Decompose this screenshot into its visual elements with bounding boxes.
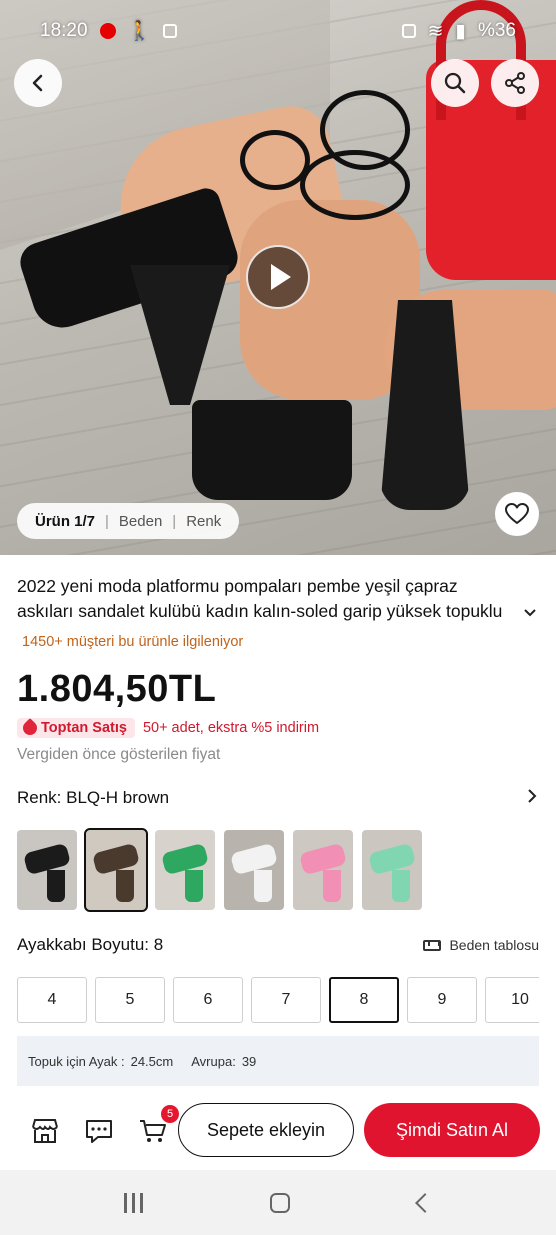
back-button[interactable]	[14, 59, 62, 107]
clock: 18:20	[40, 20, 88, 41]
interest-text: 1450+ müşteri bu ürünle ilgileniyor	[22, 634, 244, 650]
color-label: Renk: BLQ-H brown	[17, 788, 170, 807]
recent-apps-button[interactable]	[123, 1192, 143, 1213]
favorite-button[interactable]	[495, 492, 539, 536]
color-swatch[interactable]	[84, 828, 148, 912]
color-swatches	[17, 828, 422, 912]
chevron-down-icon[interactable]	[523, 606, 537, 620]
product-title[interactable]: 2022 yeni moda platformu pompaları pembe…	[17, 574, 537, 624]
share-icon	[505, 72, 525, 94]
activity-icon: 🚶	[127, 21, 152, 42]
add-to-cart-button[interactable]: Sepete ekleyin	[178, 1103, 354, 1157]
title-line: askıları sandalet kulübü kadın kalın-sol…	[17, 601, 503, 621]
price-note: Vergiden önce gösterilen fiyat	[17, 746, 221, 763]
size-option[interactable]: 4	[17, 977, 87, 1023]
eu-value: 39	[241, 1053, 257, 1069]
size-option[interactable]: 9	[407, 977, 477, 1023]
battery-level: %36	[477, 20, 516, 41]
size-chart-label: Beden tablosu	[449, 937, 539, 953]
size-option[interactable]: 6	[173, 977, 243, 1023]
status-bar: 18:20 🚶 ≋ ▮ %36	[0, 0, 556, 62]
shoe-right	[192, 400, 352, 500]
tag-icon	[20, 718, 40, 738]
size-option-selected[interactable]: 8	[329, 977, 399, 1023]
size-header: Ayakkabı Boyutu: 8 Beden tablosu	[17, 935, 539, 955]
price: 1.804,50TL	[17, 668, 217, 710]
size-measurement: Topuk için Ayak : 24.5cm Avrupa: 39	[17, 1036, 539, 1086]
color-swatch[interactable]	[293, 830, 353, 910]
recent-apps-icon	[131, 1192, 135, 1213]
chat-button[interactable]	[81, 1113, 117, 1149]
size-options: 4 5 6 7 8 9 10	[17, 977, 539, 1023]
divider: |	[172, 512, 177, 530]
color-selector-header[interactable]: Renk: BLQ-H brown	[17, 788, 539, 808]
color-swatch[interactable]	[362, 830, 422, 910]
recent-apps-icon	[139, 1192, 143, 1213]
play-video-button[interactable]	[246, 245, 310, 309]
chat-icon	[86, 1120, 112, 1143]
foot-label: Topuk için Ayak :	[28, 1053, 125, 1069]
size-option[interactable]: 5	[95, 977, 165, 1023]
color-swatch[interactable]	[17, 830, 77, 910]
foot-value: 24.5cm	[130, 1053, 174, 1069]
color-swatch[interactable]	[224, 830, 284, 910]
size-option[interactable]: 7	[251, 977, 321, 1023]
wholesale-offer: 50+ adet, ekstra %5 indirim	[142, 720, 320, 736]
color-swatch[interactable]	[155, 830, 215, 910]
alarm-icon	[401, 24, 416, 38]
wholesale-badge: Toptan Satış	[17, 718, 135, 738]
gallery-indicator-size[interactable]: Beden	[119, 513, 162, 530]
wholesale-row: Toptan Satış 50+ adet, ekstra %5 indirim	[17, 718, 319, 738]
back-nav-button[interactable]	[415, 1192, 436, 1213]
wifi-icon: ≋	[427, 20, 444, 42]
strap-loop	[300, 150, 410, 220]
carrier-icon	[99, 23, 116, 39]
size-option[interactable]: 10	[485, 977, 539, 1023]
signal-icon: ▮	[455, 20, 466, 42]
notification-icon	[163, 24, 178, 38]
chevron-left-icon	[32, 74, 43, 92]
system-nav-bar	[0, 1170, 556, 1235]
buy-now-button[interactable]: Şimdi Satın Al	[364, 1103, 540, 1157]
size-label: Ayakkabı Boyutu: 8	[17, 935, 164, 954]
chevron-right-icon	[528, 789, 537, 803]
search-icon	[444, 72, 466, 94]
home-button[interactable]	[270, 1192, 291, 1213]
title-line: 2022 yeni moda platformu pompaları pembe…	[17, 576, 458, 596]
cart-button[interactable]: 5	[135, 1105, 179, 1149]
divider: |	[105, 512, 109, 530]
share-button[interactable]	[491, 59, 539, 107]
eu-label: Avrupa:	[191, 1053, 236, 1069]
gallery-indicator-product[interactable]: Ürün 1/7	[35, 513, 95, 530]
cart-count-badge: 5	[161, 1105, 179, 1123]
wholesale-badge-label: Toptan Satış	[41, 720, 127, 736]
search-button[interactable]	[431, 59, 479, 107]
recent-apps-icon	[123, 1192, 127, 1213]
gallery-indicator-color[interactable]: Renk	[186, 513, 221, 530]
action-bar: 5 Sepete ekleyin Şimdi Satın Al	[0, 1100, 556, 1162]
size-chart-link[interactable]: Beden tablosu	[423, 937, 539, 953]
ruler-icon	[423, 939, 442, 951]
store-button[interactable]	[27, 1113, 63, 1149]
gallery-indicator[interactable]: Ürün 1/7 | Beden | Renk	[17, 503, 240, 539]
store-icon	[32, 1119, 58, 1143]
cart-icon	[140, 1120, 166, 1142]
heart-icon	[505, 503, 529, 524]
